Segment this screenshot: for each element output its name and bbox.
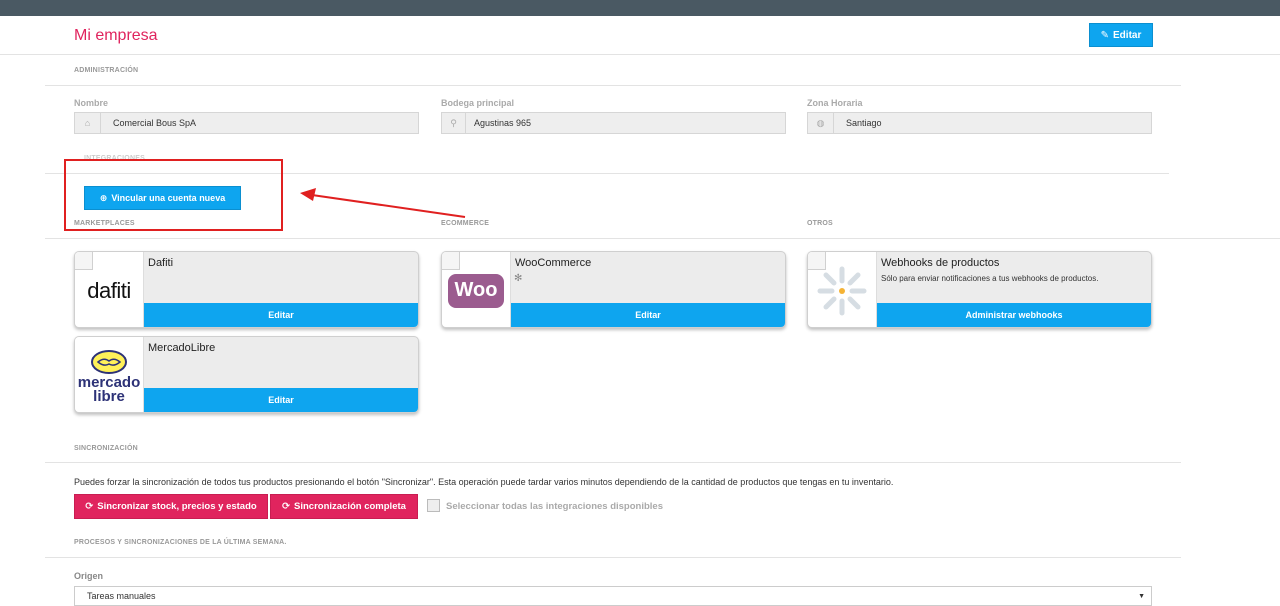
origin-select[interactable]: Tareas manuales ▼ — [74, 586, 1152, 606]
divider — [45, 557, 1181, 558]
card-corner — [808, 252, 826, 270]
group-ecommerce: ECOMMERCE — [441, 220, 490, 227]
sync-description: Puedes forzar la sincronización de todos… — [74, 477, 894, 487]
group-marketplaces: MARKETPLACES — [74, 220, 135, 227]
loading-spinner-icon: ✻ — [514, 273, 523, 284]
refresh-icon: ⟳ — [282, 501, 291, 512]
card-name: MercadoLibre — [148, 342, 216, 354]
card-name: Webhooks de productos — [881, 257, 1000, 269]
mercadolibre-edit-button[interactable]: Editar — [144, 388, 418, 412]
divider — [45, 238, 1280, 239]
card-description: Sólo para enviar notificaciones a tus we… — [881, 274, 1099, 283]
card-name: Dafiti — [148, 257, 174, 269]
mercadolibre-logo-line2: libre — [93, 387, 125, 405]
select-all-checkbox[interactable] — [427, 499, 440, 512]
group-otros: OTROS — [807, 220, 833, 227]
card-corner — [75, 337, 93, 355]
sync-full-label: Sincronización completa — [294, 501, 406, 512]
integration-card-mercadolibre: mercado libre MercadoLibre Editar — [74, 336, 419, 413]
integration-card-woocommerce: Woo WooCommerce ✻ Editar — [441, 251, 786, 328]
dafiti-edit-button[interactable]: Editar — [144, 303, 418, 327]
refresh-icon: ⟳ — [85, 501, 94, 512]
handshake-icon — [91, 349, 127, 374]
dafiti-logo-text: dafiti — [87, 277, 131, 303]
select-all-label: Seleccionar todas las integraciones disp… — [446, 501, 663, 512]
woo-badge: Woo — [448, 273, 504, 308]
manage-webhooks-button[interactable]: Administrar webhooks — [877, 303, 1151, 327]
section-procesos: PROCESOS Y SINCRONIZACIONES DE LA ÚLTIMA… — [74, 539, 287, 546]
woo-logo-text: Woo — [454, 279, 498, 301]
integration-card-dafiti: dafiti Dafiti Editar — [74, 251, 419, 328]
origin-selected-value: Tareas manuales — [87, 591, 156, 601]
sync-full-button[interactable]: ⟳ Sincronización completa — [270, 494, 418, 519]
origin-label: Origen — [74, 571, 104, 581]
sync-stock-button[interactable]: ⟳ Sincronizar stock, precios y estado — [74, 494, 268, 519]
card-corner — [75, 252, 93, 270]
divider — [45, 462, 1181, 463]
dropdown-arrow-icon: ▼ — [1138, 592, 1145, 600]
integration-card-webhooks: Webhooks de productos Sólo para enviar n… — [807, 251, 1152, 328]
section-sincronizacion: SINCRONIZACIÓN — [74, 445, 138, 452]
woocommerce-edit-button[interactable]: Editar — [511, 303, 785, 327]
card-corner — [442, 252, 460, 270]
sync-stock-label: Sincronizar stock, precios y estado — [97, 501, 257, 512]
card-name: WooCommerce — [515, 257, 592, 269]
